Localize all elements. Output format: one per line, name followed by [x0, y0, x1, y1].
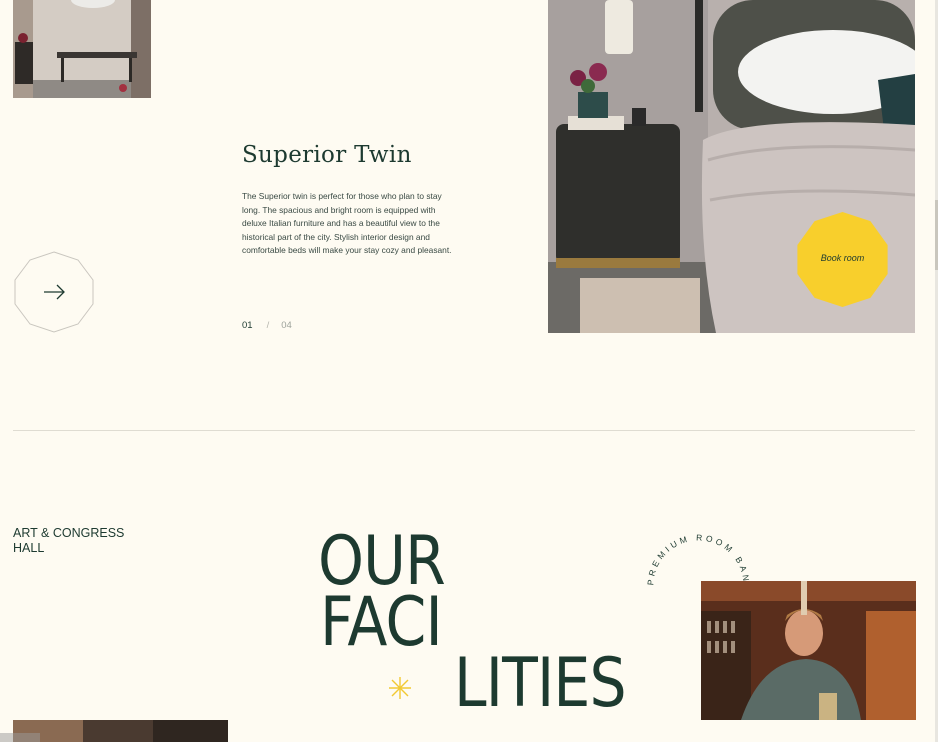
slide-pager: 01 / 04 — [242, 320, 292, 331]
room-thumbnail-photo — [13, 0, 151, 98]
horizontal-scrollbar[interactable] — [0, 733, 40, 742]
pager-total: 04 — [281, 320, 292, 331]
facilities-heading-line3: LITIES — [454, 644, 627, 723]
pager-current: 01 — [242, 320, 253, 331]
book-room-button[interactable] — [795, 212, 890, 307]
pager-separator: / — [266, 320, 270, 331]
section-divider — [13, 430, 915, 431]
facility-photo — [13, 720, 228, 742]
arrow-right-icon — [44, 284, 65, 300]
facilities-heading-line2: FACI — [320, 583, 443, 662]
sparkle-star-icon — [388, 676, 412, 700]
room-title: Superior Twin — [242, 142, 412, 168]
room-description: The Superior twin is perfect for those w… — [242, 191, 452, 256]
bar-photo — [701, 581, 916, 720]
next-slide-button[interactable] — [12, 251, 96, 333]
art-congress-hall-label[interactable]: ART & CONGRESS HALL — [13, 526, 153, 555]
